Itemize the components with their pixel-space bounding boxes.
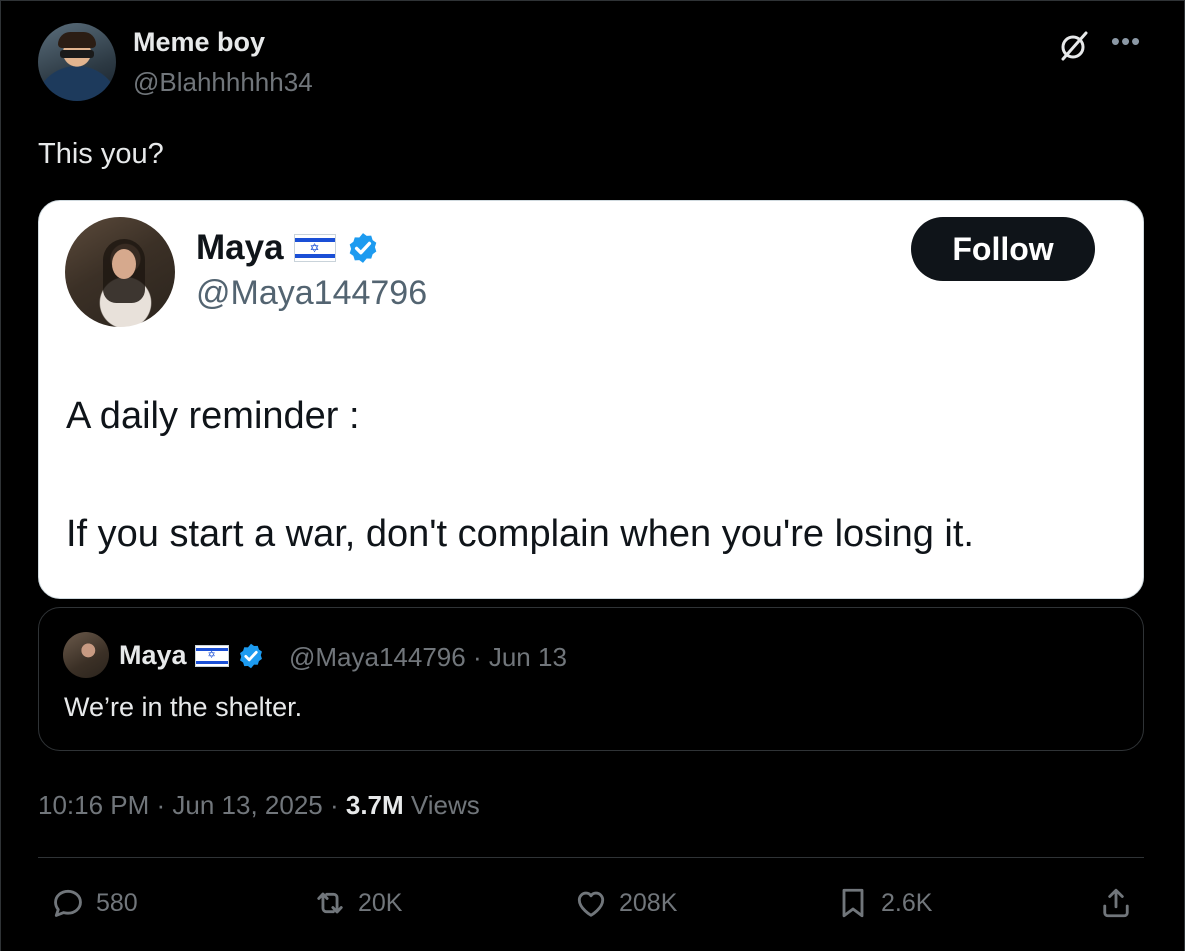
like-count: 208K [619,888,678,917]
divider [38,857,1144,858]
reply-button[interactable]: 580 [50,883,138,923]
image-display-name: Maya ✡ [196,228,380,268]
israel-flag-icon: ✡ [194,644,229,667]
quoted-name-text: Maya [119,640,187,670]
reply-count: 580 [96,888,138,917]
like-button[interactable]: 208K [573,883,677,923]
bookmark-count: 2.6K [881,888,933,917]
bookmark-button[interactable]: 2.6K [835,883,932,923]
more-icon[interactable]: ••• [1109,28,1143,59]
timestamp[interactable]: 10:16 PM · Jun 13, 2025 · [38,790,346,820]
reply-icon [54,889,82,917]
author-avatar[interactable] [38,23,116,101]
image-follow-button: Follow [911,217,1095,281]
quoted-tweet[interactable]: Maya ✡ @Maya144796 · Jun 13 We’re in the… [38,607,1144,751]
verified-icon [239,643,262,668]
image-handle: @Maya144796 [196,274,428,312]
share-icon[interactable] [1098,885,1134,921]
bookmark-icon [842,888,864,918]
repost-button[interactable]: 20K [312,883,402,923]
views-count: 3.7M [345,790,404,820]
quoted-display-name: Maya ✡ [119,640,265,671]
tweet-container: Meme boy @Blahhhhhh34 ••• This you? Maya… [0,0,1185,951]
verified-icon [349,233,376,263]
repost-count: 20K [358,888,403,917]
repost-icon [317,892,343,914]
image-text-line-2: If you start a war, don't complain when … [66,513,974,555]
author-display-name[interactable]: Meme boy [133,27,265,58]
author-handle[interactable]: @Blahhhhhh34 [133,67,313,98]
quoted-handle-date: @Maya144796 · Jun 13 [289,642,567,672]
views-label: Views [410,790,480,820]
israel-flag-icon: ✡ [293,234,336,262]
image-text-line-1: A daily reminder : [66,395,360,437]
attached-image[interactable]: Maya ✡ @Maya144796 Follow A daily remind… [38,200,1144,599]
image-name-text: Maya [196,228,284,267]
grok-icon[interactable] [1057,29,1091,63]
tweet-text: This you? [38,138,164,170]
quoted-text: We’re in the shelter. [64,692,303,722]
tweet-meta: 10:16 PM · Jun 13, 2025 · 3.7M Views [38,790,480,821]
image-avatar [65,217,175,327]
quoted-avatar [63,632,109,678]
like-icon [577,891,605,917]
